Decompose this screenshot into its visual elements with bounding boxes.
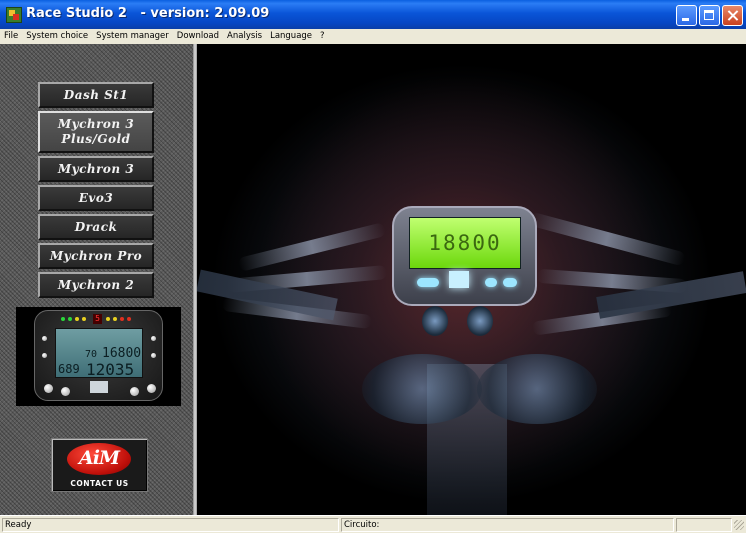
dash-button xyxy=(42,336,47,341)
lcd-speed: 70 xyxy=(85,349,98,360)
system-button-mychron-2[interactable]: Mychron 2 xyxy=(38,272,154,298)
hero-indicator-light xyxy=(503,278,517,287)
dash-button xyxy=(147,384,156,393)
aim-logo-text: AiM xyxy=(79,447,120,469)
lcd-left-value: 689 xyxy=(58,362,80,376)
hero-center-display xyxy=(449,271,469,288)
dash-device: 5 16800 70 689 12035 xyxy=(34,310,163,401)
hero-indicator-light xyxy=(485,278,497,287)
hero-knob xyxy=(467,306,493,336)
dash-button xyxy=(151,336,156,341)
status-text: Ready xyxy=(2,518,339,532)
status-panel-empty xyxy=(676,518,732,532)
menu-help[interactable]: ? xyxy=(316,29,329,44)
maximize-button[interactable] xyxy=(699,5,720,26)
app-window: Race Studio 2 - version: 2.09.09 File Sy… xyxy=(0,0,746,533)
lcd-right-value: 12035 xyxy=(86,360,135,379)
aim-logo-small xyxy=(90,381,108,393)
menu-system-manager[interactable]: System manager xyxy=(92,29,173,44)
hero-lcd-readout: 18800 xyxy=(428,231,502,255)
window-title: Race Studio 2 - version: 2.09.09 xyxy=(26,6,270,21)
shift-led xyxy=(106,317,110,321)
shift-led xyxy=(113,317,117,321)
lcd-rpm: 16800 xyxy=(102,346,142,361)
system-button-evo3[interactable]: Evo3 xyxy=(38,185,154,211)
dash-button xyxy=(61,387,70,396)
system-button-mychron-3[interactable]: Mychron 3 xyxy=(38,156,154,182)
shift-led xyxy=(82,317,86,321)
dash-button xyxy=(151,353,156,358)
system-button-mychron-3-plus-gold[interactable]: Mychron 3 Plus/Gold xyxy=(38,111,154,153)
shift-led xyxy=(61,317,65,321)
hero-hand-blur xyxy=(477,354,597,424)
hero-knob xyxy=(422,306,448,336)
menu-download[interactable]: Download xyxy=(173,29,223,44)
gear-indicator: 5 xyxy=(93,314,102,324)
contact-us-button[interactable]: AiM CONTACT US xyxy=(51,438,148,492)
close-button[interactable] xyxy=(722,5,743,26)
menu-file[interactable]: File xyxy=(0,29,22,44)
minimize-button[interactable] xyxy=(676,5,697,26)
menu-system-choice[interactable]: System choice xyxy=(22,29,92,44)
system-button-dash-st1[interactable]: Dash St1 xyxy=(38,82,154,108)
system-button-mychron-pro[interactable]: Mychron Pro xyxy=(38,243,154,269)
hero-lcd: 18800 xyxy=(409,217,521,269)
shift-led xyxy=(127,317,131,321)
title-bar[interactable]: Race Studio 2 - version: 2.09.09 xyxy=(0,0,746,29)
circuit-label: Circuito: xyxy=(341,518,674,532)
resize-grip-icon[interactable] xyxy=(734,520,744,530)
menu-analysis[interactable]: Analysis xyxy=(223,29,266,44)
app-icon[interactable] xyxy=(6,7,22,23)
dash-button xyxy=(44,384,53,393)
menu-bar: File System choice System manager Downlo… xyxy=(0,29,746,44)
shift-led xyxy=(120,317,124,321)
system-button-drack[interactable]: Drack xyxy=(38,214,154,240)
dash-button xyxy=(130,387,139,396)
dash-preview-image: 5 16800 70 689 12035 xyxy=(16,307,181,406)
shift-led xyxy=(68,317,72,321)
hero-indicator-light xyxy=(417,278,439,287)
dash-lcd: 16800 70 689 12035 xyxy=(55,328,143,379)
contact-us-label: CONTACT US xyxy=(70,479,129,488)
dash-button xyxy=(42,353,47,358)
hero-hand-blur xyxy=(362,354,482,424)
menu-language[interactable]: Language xyxy=(266,29,316,44)
status-bar: Ready Circuito: xyxy=(0,515,746,533)
shift-led xyxy=(75,317,79,321)
hero-image: 18800 xyxy=(197,44,746,515)
